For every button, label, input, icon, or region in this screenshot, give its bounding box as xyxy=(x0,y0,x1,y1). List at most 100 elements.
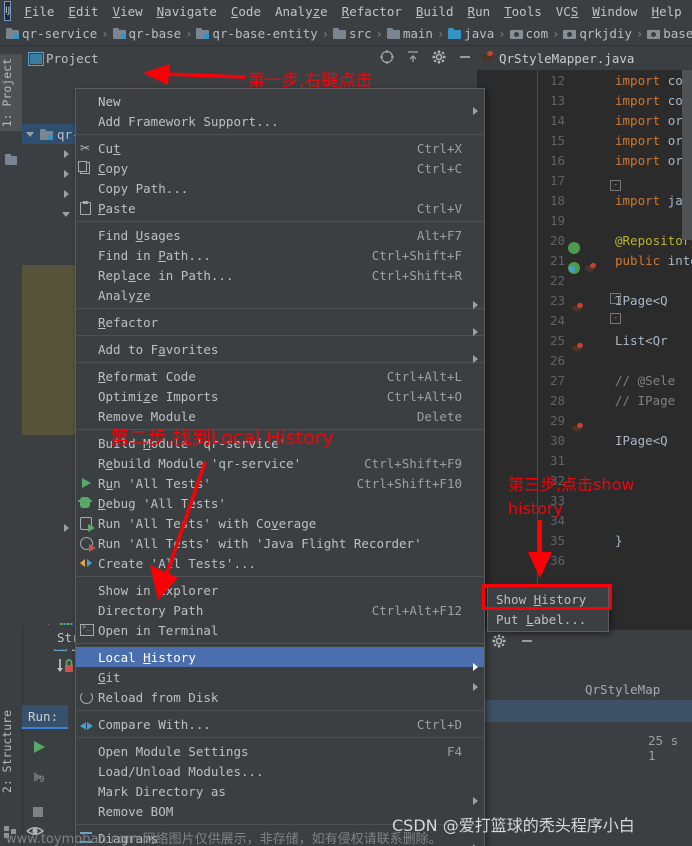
menu-item-view[interactable]: View xyxy=(106,2,150,21)
menu-item-replace-in-path[interactable]: Replace in Path... Ctrl+Shift+R xyxy=(76,265,484,285)
breadcrumb-item-qr-base[interactable]: qr-base › xyxy=(112,26,197,41)
breadcrumb-item-qr-service[interactable]: qr-service › xyxy=(6,26,113,41)
spring-bean-icon[interactable] xyxy=(568,242,581,254)
breadcrumb-item-java[interactable]: java › xyxy=(448,26,509,41)
menu-item-add-to-favorites[interactable]: Add to Favorites xyxy=(76,339,484,363)
menu-item-show-in-explorer[interactable]: Show in Explorer xyxy=(76,580,484,600)
mybatis-mapper-icon[interactable] xyxy=(572,341,585,354)
chevron-right-icon[interactable] xyxy=(62,523,71,533)
menu-item-add-framework-support[interactable]: Add Framework Support... xyxy=(76,111,484,131)
tool-window-tab-structure[interactable]: 2: Structure xyxy=(0,706,22,797)
menu-item-refactor[interactable]: Refactor xyxy=(335,2,409,21)
chevron-right-icon[interactable] xyxy=(62,169,71,179)
menu-item-optimize-imports[interactable]: Optimize Imports Ctrl+Alt+O xyxy=(76,386,484,406)
breadcrumb-item-com[interactable]: com › xyxy=(509,26,564,41)
menu-item-paste[interactable]: Paste Ctrl+V xyxy=(76,198,484,218)
menu-item-run-all-tests-with-coverage[interactable]: Run 'All Tests' with Coverage xyxy=(76,513,484,533)
menu-item-analyze[interactable]: Analyze xyxy=(76,285,484,309)
mybatis-mapper-icon[interactable] xyxy=(572,301,585,314)
spring-bean-autowire-icon[interactable] xyxy=(568,262,581,274)
breadcrumb-item-src[interactable]: src › xyxy=(333,26,387,41)
menu-item-debug-all-tests[interactable]: Debug 'All Tests' xyxy=(76,493,484,513)
rerun-failed-tests-button[interactable]: 9 xyxy=(30,768,48,789)
editor-code-text[interactable]: @Repository xyxy=(615,233,692,248)
fold-marker-icon[interactable]: - xyxy=(610,293,621,304)
menu-item-reload-from-disk[interactable]: Reload from Disk xyxy=(76,687,484,707)
menu-item-run-all-tests-with-java-flight-recorder[interactable]: Run 'All Tests' with 'Java Flight Record… xyxy=(76,533,484,553)
tool-window-tab-project[interactable]: 1: Project xyxy=(0,54,22,132)
editor-code-text[interactable]: // IPage xyxy=(615,393,675,408)
menu-item-navigate[interactable]: Navigate xyxy=(150,2,224,21)
editor-code-text[interactable]: public inte xyxy=(615,253,692,268)
sort-by-visibility-icon[interactable] xyxy=(56,657,76,680)
menu-item-open-module-settings[interactable]: Open Module Settings F4 xyxy=(76,741,484,761)
menu-item-vcs[interactable]: VCS xyxy=(549,2,586,21)
mybatis-mapper-icon[interactable] xyxy=(585,261,598,274)
run-panel-tab-label[interactable]: QrStyleMap xyxy=(585,682,660,697)
breadcrumb-item-base[interactable]: base› xyxy=(647,26,692,41)
editor-code-text[interactable]: import com. xyxy=(615,93,692,108)
menu-item-run[interactable]: Run xyxy=(461,2,498,21)
gear-icon[interactable] xyxy=(431,49,447,65)
collapse-all-icon[interactable] xyxy=(405,49,421,65)
editor-code-text[interactable]: import com. xyxy=(615,73,692,88)
submenu-item-put-label[interactable]: Put Label... xyxy=(488,609,608,629)
editor-code-text[interactable]: IPage<Q xyxy=(615,293,668,308)
breadcrumb-item-qr-base-entity[interactable]: qr-base-entity › xyxy=(196,26,333,41)
chevron-down-icon[interactable] xyxy=(62,210,71,219)
editor-code-text[interactable]: IPage<Q xyxy=(615,433,668,448)
menu-item-compare-with[interactable]: Compare With... Ctrl+D xyxy=(76,714,484,734)
editor-scrollbar[interactable] xyxy=(682,70,692,240)
breadcrumb-item-main[interactable]: main › xyxy=(386,26,448,41)
editor-code-text[interactable]: import org. xyxy=(615,153,692,168)
menu-item-git[interactable]: Git xyxy=(76,667,484,691)
tree-scrollbar-track[interactable] xyxy=(22,265,75,435)
menu-item-run-all-tests[interactable]: Run 'All Tests' Ctrl+Shift+F10 xyxy=(76,473,484,493)
menu-item-help[interactable]: Help xyxy=(645,2,689,21)
menu-item-mark-directory-as[interactable]: Mark Directory as xyxy=(76,781,484,805)
rerun-button[interactable] xyxy=(30,738,48,759)
menu-item-file[interactable]: File xyxy=(17,2,61,21)
menu-item-load-unload-modules[interactable]: Load/Unload Modules... xyxy=(76,761,484,781)
menu-item-code[interactable]: Code xyxy=(224,2,268,21)
editor-tab-label[interactable]: QrStyleMapper.java xyxy=(499,51,634,66)
chevron-right-icon[interactable] xyxy=(62,189,71,199)
stop-button[interactable] xyxy=(30,804,46,823)
run-output-selected-row[interactable] xyxy=(477,700,692,722)
menu-item-tools[interactable]: Tools xyxy=(497,2,549,21)
menu-item-create-all-tests[interactable]: Create 'All Tests'... xyxy=(76,553,484,573)
editor-code-text[interactable]: } xyxy=(615,533,623,548)
menu-item-build[interactable]: Build xyxy=(409,2,461,21)
locate-target-icon[interactable] xyxy=(379,49,395,65)
chevron-right-icon[interactable] xyxy=(62,149,71,159)
menu-item-open-in-terminal[interactable]: Open in Terminal xyxy=(76,620,484,640)
menu-item-window[interactable]: Window xyxy=(585,2,644,21)
editor-code-text[interactable]: List<Qr xyxy=(615,333,668,348)
menu-item-local-history[interactable]: Local History xyxy=(76,647,484,671)
fold-marker-icon[interactable]: - xyxy=(610,313,621,324)
breadcrumb-item-qrkjdiy[interactable]: qrkjdiy › xyxy=(563,26,647,41)
gear-icon[interactable] xyxy=(491,633,507,652)
menu-item-edit[interactable]: Edit xyxy=(61,2,105,21)
editor-code-text[interactable]: import org. xyxy=(615,133,692,148)
menu-item-copy[interactable]: Copy Ctrl+C xyxy=(76,158,484,178)
editor-code-text[interactable]: // @Sele xyxy=(615,373,675,388)
menu-item-rebuild-module-qr-service[interactable]: Rebuild Module 'qr-service' Ctrl+Shift+F9 xyxy=(76,453,484,473)
chevron-down-icon[interactable] xyxy=(26,130,35,139)
menu-item-copy-path[interactable]: Copy Path... xyxy=(76,178,484,198)
menu-item-cut[interactable]: ✂ Cut Ctrl+X xyxy=(76,138,484,158)
menu-item-find-usages[interactable]: Find Usages Alt+F7 xyxy=(76,225,484,245)
fold-marker-icon[interactable]: - xyxy=(610,180,621,191)
menu-item-analyze[interactable]: Analyze xyxy=(268,2,335,21)
context-menu[interactable]: New Add Framework Support... ✂ Cut Ctrl+X Cop… xyxy=(75,88,485,846)
editor-code-text[interactable]: import org. xyxy=(615,113,692,128)
mybatis-mapper-icon[interactable] xyxy=(572,421,585,434)
editor-code-text[interactable]: import java xyxy=(615,193,692,208)
menu-item-directory-path[interactable]: Directory Path Ctrl+Alt+F12 xyxy=(76,600,484,620)
menu-item-reformat-code[interactable]: Reformat Code Ctrl+Alt+L xyxy=(76,366,484,386)
menu-item-new[interactable]: New xyxy=(76,91,484,115)
menu-item-find-in-path[interactable]: Find in Path... Ctrl+Shift+F xyxy=(76,245,484,265)
hide-panel-icon[interactable] xyxy=(457,49,473,65)
run-tool-window-tab[interactable]: Run: xyxy=(22,705,68,729)
hide-panel-icon[interactable] xyxy=(519,633,535,652)
